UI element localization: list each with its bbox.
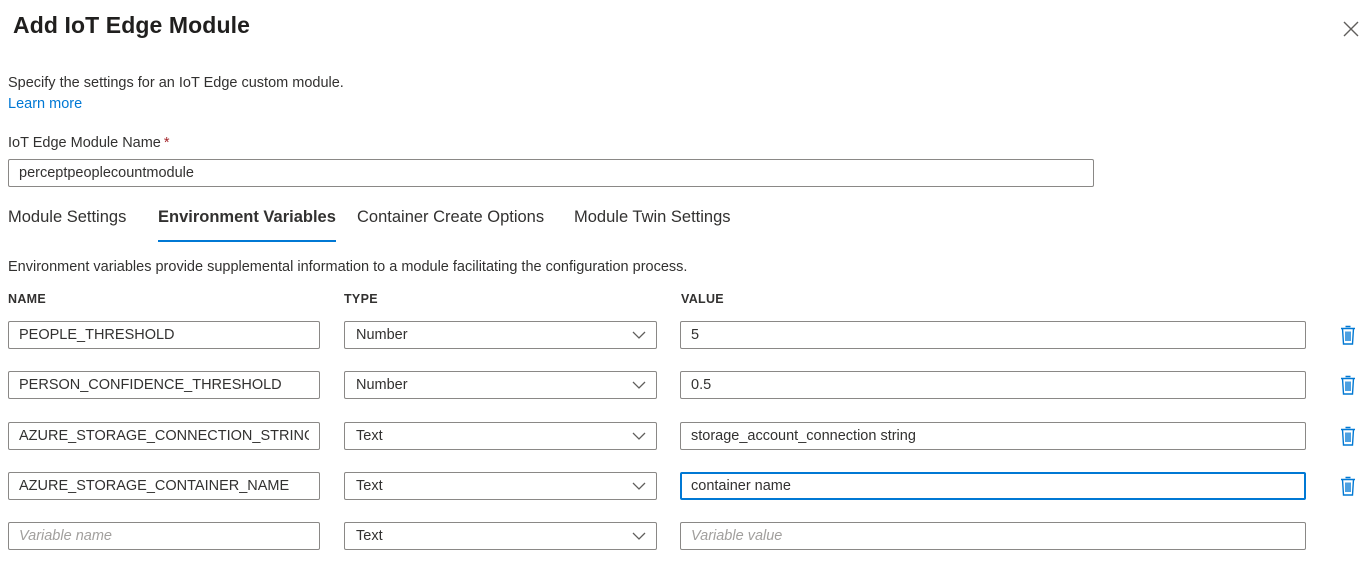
required-marker: *: [163, 135, 170, 151]
learn-more-link[interactable]: Learn more: [8, 96, 82, 112]
dropdown-value: Text: [356, 428, 383, 444]
env-value-input[interactable]: [680, 472, 1306, 500]
env-row: Text: [0, 472, 1366, 502]
env-type-dropdown[interactable]: Number: [344, 321, 657, 349]
tab-label: Container Create Options: [357, 208, 545, 226]
close-icon: [1343, 21, 1359, 37]
dropdown-value: Number: [356, 377, 408, 393]
module-name-label-text: IoT Edge Module Name: [8, 135, 161, 151]
dropdown-value: Text: [356, 528, 383, 544]
env-description: Environment variables provide supplement…: [8, 259, 688, 275]
delete-row-button[interactable]: [1339, 374, 1357, 396]
trash-icon: [1341, 325, 1355, 345]
dropdown-value: Number: [356, 327, 408, 343]
column-header-value: VALUE: [681, 292, 724, 306]
chevron-down-icon: [632, 381, 646, 389]
env-type-dropdown[interactable]: Text: [344, 472, 657, 500]
env-row: Number: [0, 371, 1366, 401]
new-variable-value-input[interactable]: [680, 522, 1306, 550]
tab-container-create-options[interactable]: Container Create Options: [357, 208, 544, 242]
new-variable-type-dropdown[interactable]: Text: [344, 522, 657, 550]
chevron-down-icon: [632, 331, 646, 339]
module-name-input[interactable]: [8, 159, 1094, 187]
trash-icon: [1341, 375, 1355, 395]
env-row: Number: [0, 321, 1366, 351]
tab-label: Module Settings: [8, 208, 127, 226]
add-module-panel: Add IoT Edge Module Specify the settings…: [0, 0, 1366, 568]
env-type-dropdown[interactable]: Number: [344, 371, 657, 399]
trash-icon: [1341, 476, 1355, 496]
env-value-input[interactable]: [680, 321, 1306, 349]
env-name-input[interactable]: [8, 371, 320, 399]
delete-row-button[interactable]: [1339, 324, 1357, 346]
env-value-input[interactable]: [680, 422, 1306, 450]
env-new-row: Text: [0, 522, 1366, 552]
env-name-input[interactable]: [8, 472, 320, 500]
column-header-name: NAME: [8, 292, 47, 306]
tab-environment-variables[interactable]: Environment Variables: [158, 208, 336, 242]
close-button[interactable]: [1340, 18, 1362, 40]
chevron-down-icon: [632, 532, 646, 540]
tab-label: Module Twin Settings: [574, 208, 731, 226]
column-header-type: TYPE: [344, 292, 378, 306]
active-tab-indicator: [158, 240, 336, 242]
env-type-dropdown[interactable]: Text: [344, 422, 657, 450]
tab-label: Environment Variables: [158, 208, 336, 226]
new-variable-name-input[interactable]: [8, 522, 320, 550]
tab-module-twin-settings[interactable]: Module Twin Settings: [574, 208, 731, 242]
module-name-label: IoT Edge Module Name *: [8, 135, 170, 151]
env-value-input[interactable]: [680, 371, 1306, 399]
delete-row-button[interactable]: [1339, 425, 1357, 447]
env-name-input[interactable]: [8, 422, 320, 450]
trash-icon: [1341, 426, 1355, 446]
env-name-input[interactable]: [8, 321, 320, 349]
tab-module-settings[interactable]: Module Settings: [8, 208, 126, 242]
panel-title: Add IoT Edge Module: [13, 12, 250, 38]
chevron-down-icon: [632, 432, 646, 440]
panel-description: Specify the settings for an IoT Edge cus…: [8, 75, 344, 91]
delete-row-button[interactable]: [1339, 475, 1357, 497]
dropdown-value: Text: [356, 478, 383, 494]
chevron-down-icon: [632, 482, 646, 490]
env-row: Text: [0, 422, 1366, 452]
